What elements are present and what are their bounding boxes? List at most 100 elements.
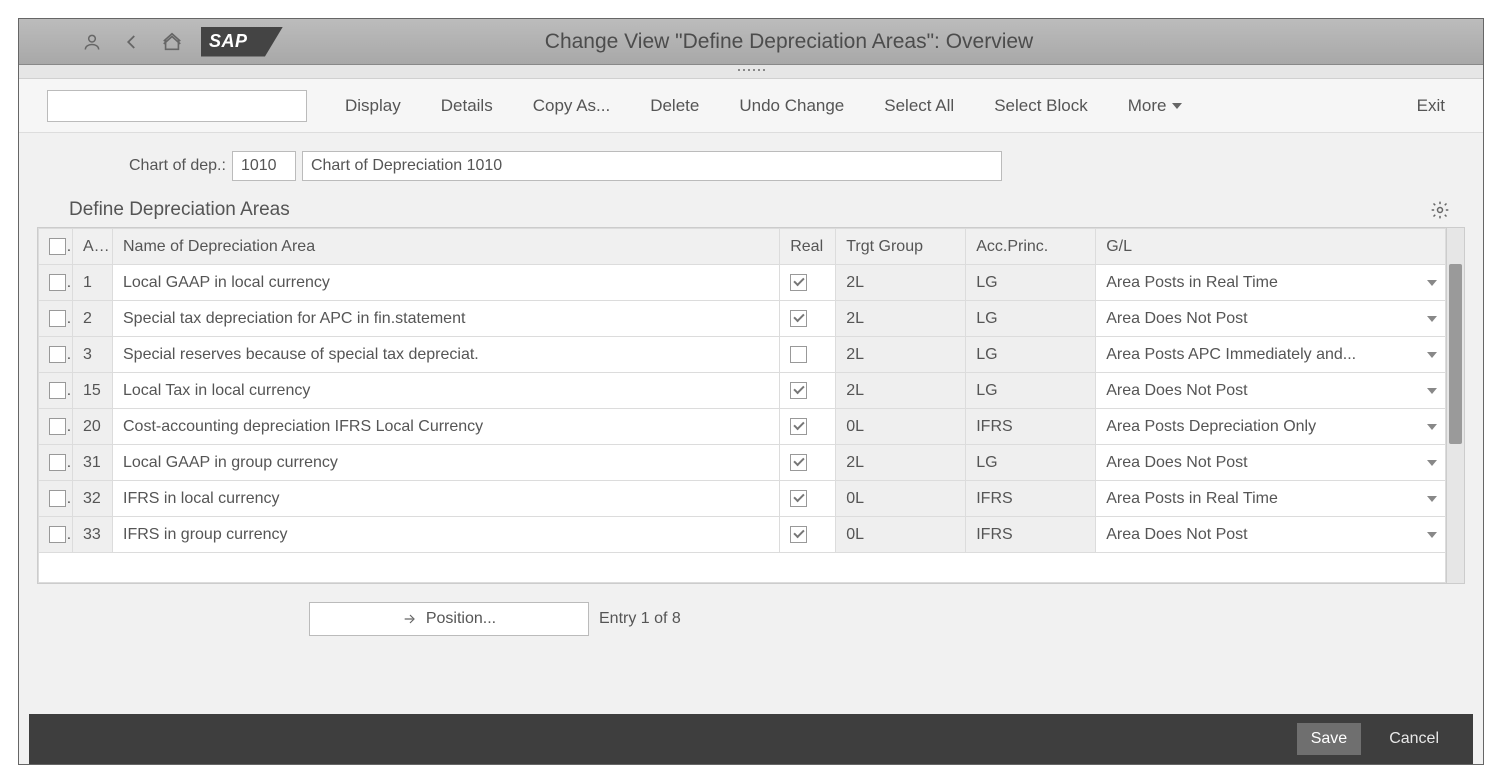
vertical-scrollbar[interactable] <box>1446 228 1464 583</box>
title-bar: SAP Change View "Define Depreciation Are… <box>19 19 1483 65</box>
chart-of-dep-code[interactable]: 1010 <box>232 151 296 181</box>
chart-of-dep-description[interactable]: Chart of Depreciation 1010 <box>302 151 1002 181</box>
row-select-checkbox[interactable] <box>39 445 73 481</box>
display-button[interactable]: Display <box>325 79 421 133</box>
col-header-ar[interactable]: Ar. <box>73 229 113 265</box>
content-area: Chart of dep.: 1010 Chart of Depreciatio… <box>19 133 1483 764</box>
col-header-real[interactable]: Real <box>780 229 836 265</box>
save-button[interactable]: Save <box>1297 723 1361 755</box>
cell-gl-dropdown[interactable]: Area Does Not Post <box>1096 517 1446 553</box>
sap-logo: SAP <box>201 27 283 57</box>
cell-acc-princ: IFRS <box>966 409 1096 445</box>
table-row[interactable]: 3Special reserves because of special tax… <box>39 337 1446 373</box>
cell-name[interactable]: Special reserves because of special tax … <box>113 337 780 373</box>
cell-gl-dropdown[interactable]: Area Posts Depreciation Only <box>1096 409 1446 445</box>
table-row[interactable]: 31Local GAAP in group currency2LLGArea D… <box>39 445 1446 481</box>
cell-acc-princ: IFRS <box>966 481 1096 517</box>
table-row-empty <box>39 553 1446 583</box>
col-header-name[interactable]: Name of Depreciation Area <box>113 229 780 265</box>
cell-real-checkbox[interactable] <box>780 337 836 373</box>
more-label: More <box>1128 96 1167 116</box>
cell-name[interactable]: Local Tax in local currency <box>113 373 780 409</box>
main-window: SAP Change View "Define Depreciation Are… <box>18 18 1484 765</box>
gear-icon[interactable] <box>1429 199 1451 221</box>
cell-gl-dropdown[interactable]: Area Posts in Real Time <box>1096 481 1446 517</box>
cell-ar: 1 <box>73 265 113 301</box>
cell-real-checkbox[interactable] <box>780 301 836 337</box>
cell-gl-dropdown[interactable]: Area Posts APC Immediately and... <box>1096 337 1446 373</box>
cell-trgt-group: 2L <box>836 373 966 409</box>
chevron-down-icon <box>1427 424 1437 430</box>
row-select-checkbox[interactable] <box>39 265 73 301</box>
cell-gl-dropdown[interactable]: Area Does Not Post <box>1096 373 1446 409</box>
table-row[interactable]: 2Special tax depreciation for APC in fin… <box>39 301 1446 337</box>
table-row[interactable]: 1Local GAAP in local currency 2LLGArea Po… <box>39 265 1446 301</box>
position-row: Position... Entry 1 of 8 <box>29 584 1473 650</box>
position-button[interactable]: Position... <box>309 602 589 636</box>
chart-of-dep-label: Chart of dep.: <box>129 157 226 175</box>
row-select-checkbox[interactable] <box>39 409 73 445</box>
exit-button[interactable]: Exit <box>1397 79 1465 133</box>
cell-acc-princ: LG <box>966 337 1096 373</box>
copy-as-button[interactable]: Copy As... <box>513 79 630 133</box>
cell-trgt-group: 0L <box>836 517 966 553</box>
home-icon[interactable] <box>161 31 183 53</box>
drag-handle[interactable] <box>19 65 1483 79</box>
row-select-checkbox[interactable] <box>39 517 73 553</box>
cell-acc-princ: LG <box>966 265 1096 301</box>
undo-change-button[interactable]: Undo Change <box>719 79 864 133</box>
chevron-down-icon <box>1427 496 1437 502</box>
col-header-gl[interactable]: G/L <box>1096 229 1446 265</box>
row-select-checkbox[interactable] <box>39 373 73 409</box>
position-button-label: Position... <box>426 610 496 628</box>
col-header-acc-princ[interactable]: Acc.Princ. <box>966 229 1096 265</box>
cell-real-checkbox[interactable] <box>780 517 836 553</box>
table-row[interactable]: 33IFRS in group currency0LIFRSArea Does … <box>39 517 1446 553</box>
chevron-down-icon <box>1427 460 1437 466</box>
select-all-checkbox[interactable] <box>39 229 73 265</box>
back-icon[interactable] <box>121 31 143 53</box>
cell-real-checkbox[interactable] <box>780 373 836 409</box>
cell-gl-dropdown[interactable]: Area Does Not Post <box>1096 445 1446 481</box>
cell-trgt-group: 2L <box>836 301 966 337</box>
table-row[interactable]: 15Local Tax in local currency2LLGArea Do… <box>39 373 1446 409</box>
cancel-button[interactable]: Cancel <box>1375 723 1453 755</box>
cell-acc-princ: IFRS <box>966 517 1096 553</box>
row-select-checkbox[interactable] <box>39 337 73 373</box>
chart-of-dep-row: Chart of dep.: 1010 Chart of Depreciatio… <box>29 151 1473 181</box>
details-button[interactable]: Details <box>421 79 513 133</box>
cell-real-checkbox[interactable] <box>780 445 836 481</box>
cell-ar: 20 <box>73 409 113 445</box>
select-block-button[interactable]: Select Block <box>974 79 1108 133</box>
cell-name[interactable]: Local GAAP in local currency <box>113 265 780 301</box>
row-select-checkbox[interactable] <box>39 481 73 517</box>
command-input[interactable] <box>47 90 307 122</box>
table-row[interactable]: 20Cost-accounting depreciation IFRS Loca… <box>39 409 1446 445</box>
depreciation-areas-table: Ar. Name of Depreciation Area Real Trgt … <box>38 228 1446 583</box>
cell-trgt-group: 2L <box>836 265 966 301</box>
cell-name[interactable]: Cost-accounting depreciation IFRS Local … <box>113 409 780 445</box>
table-row[interactable]: 32IFRS in local currency0LIFRSArea Posts… <box>39 481 1446 517</box>
row-select-checkbox[interactable] <box>39 301 73 337</box>
cell-name[interactable]: Local GAAP in group currency <box>113 445 780 481</box>
cell-gl-dropdown[interactable]: Area Does Not Post <box>1096 301 1446 337</box>
cell-name[interactable]: Special tax depreciation for APC in fin.… <box>113 301 780 337</box>
user-icon[interactable] <box>81 31 103 53</box>
select-all-button[interactable]: Select All <box>864 79 974 133</box>
scrollbar-thumb[interactable] <box>1449 264 1462 444</box>
section-title: Define Depreciation Areas <box>69 199 290 221</box>
cell-real-checkbox[interactable] <box>780 265 836 301</box>
cell-gl-dropdown[interactable]: Area Posts in Real Time <box>1096 265 1446 301</box>
delete-button[interactable]: Delete <box>630 79 719 133</box>
page-title: Change View "Define Depreciation Areas":… <box>283 30 1475 54</box>
chevron-down-icon <box>1427 280 1437 286</box>
cell-trgt-group: 2L <box>836 445 966 481</box>
cell-real-checkbox[interactable] <box>780 481 836 517</box>
cell-name[interactable]: IFRS in group currency <box>113 517 780 553</box>
more-button[interactable]: More <box>1108 79 1203 133</box>
col-header-trgt-group[interactable]: Trgt Group <box>836 229 966 265</box>
cell-name[interactable]: IFRS in local currency <box>113 481 780 517</box>
cell-ar: 32 <box>73 481 113 517</box>
entry-counter: Entry 1 of 8 <box>599 610 681 628</box>
cell-real-checkbox[interactable] <box>780 409 836 445</box>
